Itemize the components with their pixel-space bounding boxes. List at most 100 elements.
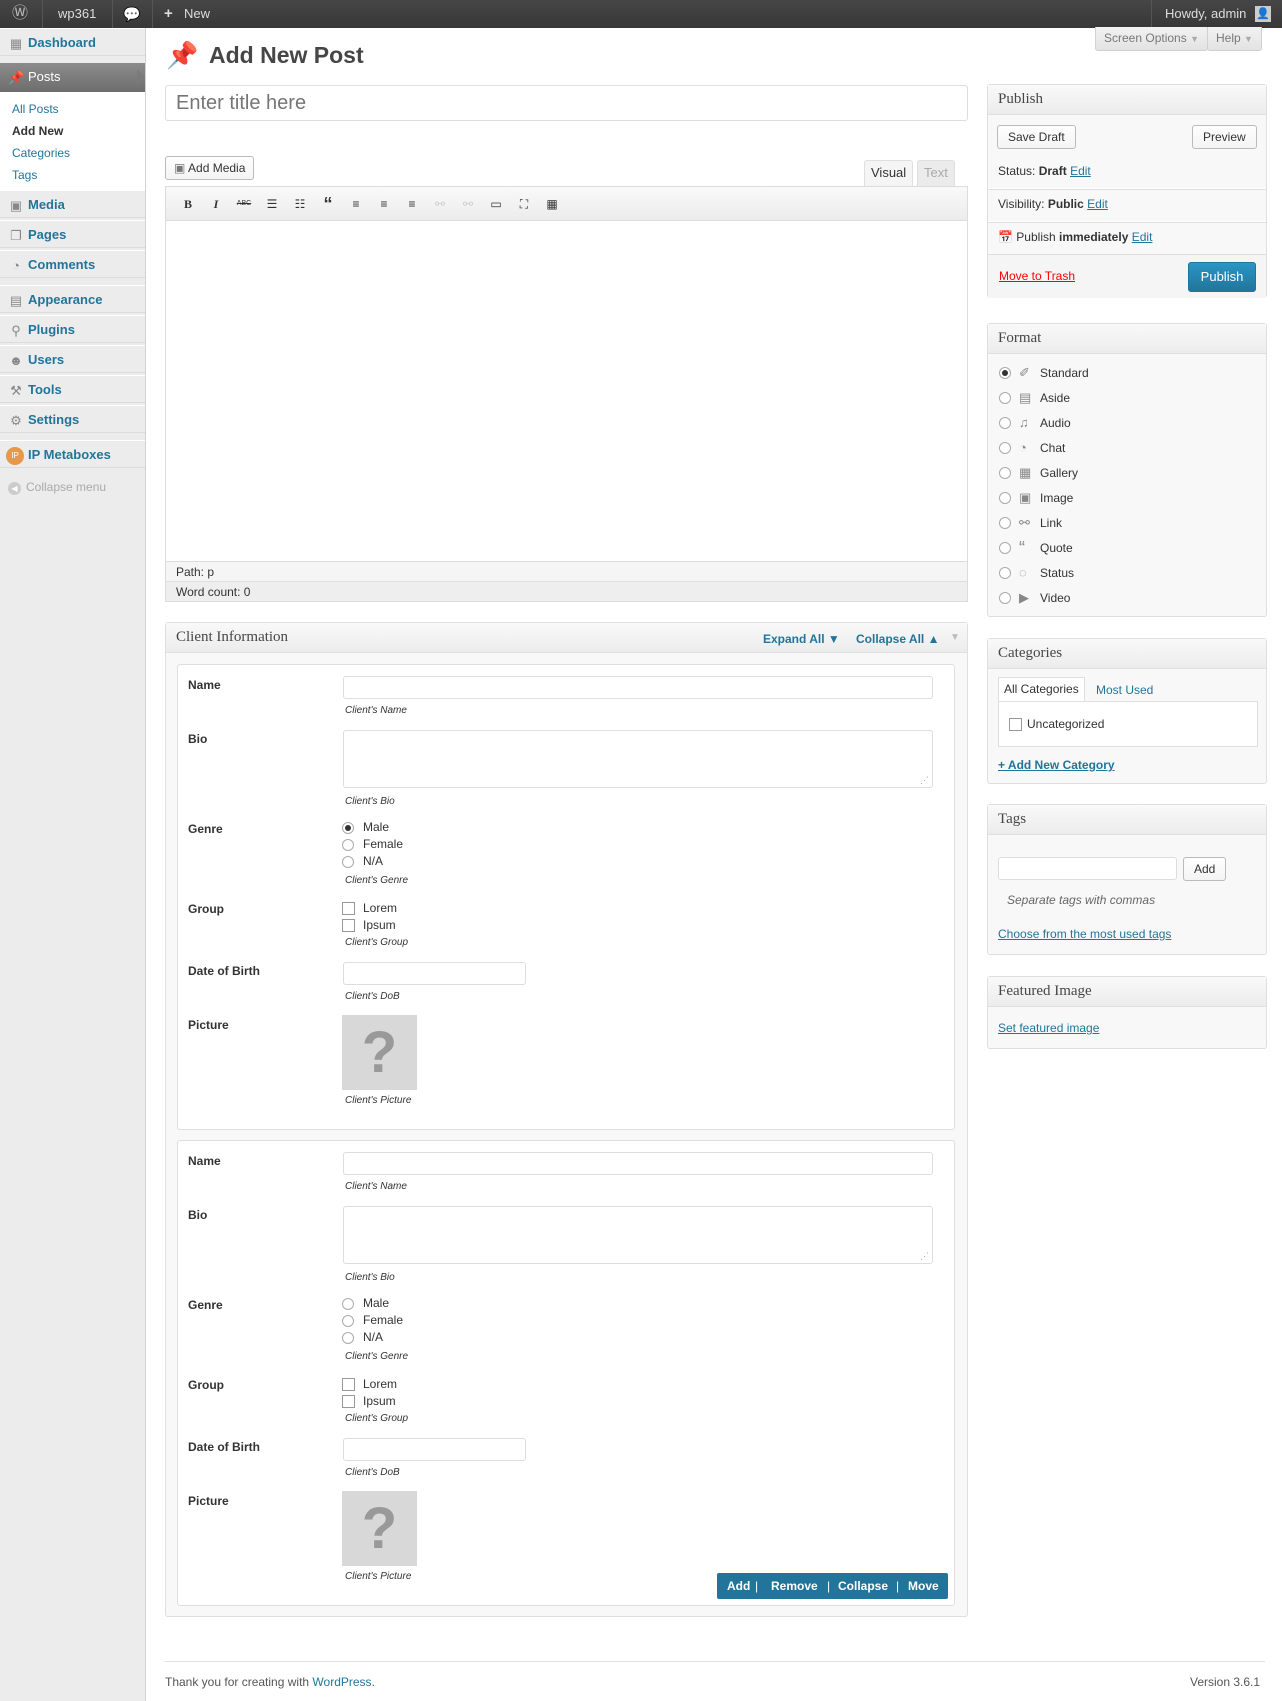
help-button[interactable]: Help ▼ [1207,27,1262,51]
genre-na-radio[interactable] [342,1332,354,1344]
genre-male-radio[interactable] [342,1298,354,1310]
avatar[interactable]: 👤 [1255,6,1271,22]
preview-button[interactable]: Preview [1192,125,1257,149]
format-aside-radio[interactable] [999,392,1011,404]
bold-button[interactable]: B [178,195,198,213]
submenu-add-new[interactable]: Add New [12,124,63,138]
categories-header[interactable]: Categories [988,639,1266,669]
format-chat-radio[interactable] [999,442,1011,454]
set-featured-image-link[interactable]: Set featured image [998,1021,1099,1035]
menu-item-appearance[interactable]: ▤ Appearance [0,285,145,313]
numbered-list-button[interactable]: ☷ [290,195,310,213]
editor-content-area[interactable] [166,222,967,562]
screen-options-button[interactable]: Screen Options ▼ [1095,27,1208,51]
group-lorem-checkbox[interactable] [342,1378,355,1391]
tab-all-categories[interactable]: All Categories [998,677,1085,701]
collapse-menu-button[interactable]: ◀ Collapse menu [8,480,106,495]
submenu-tags[interactable]: Tags [12,168,37,182]
resize-handle-icon[interactable]: ⋰ [920,775,929,786]
howdy-link[interactable]: Howdy, admin [1165,0,1246,28]
bullet-list-button[interactable]: ☰ [262,195,282,213]
add-new-category-link[interactable]: + Add New Category [998,758,1115,772]
format-quote-radio[interactable] [999,542,1011,554]
site-name-link[interactable]: wp361 [58,0,96,28]
wordpress-logo-icon[interactable]: Ⓦ [12,0,28,28]
italic-button[interactable]: I [206,195,226,213]
genre-female-radio[interactable] [342,1315,354,1327]
name-input[interactable] [343,676,933,699]
new-content-link[interactable]: New [184,0,210,28]
strikethrough-button[interactable]: ABC [234,195,254,213]
group-lorem-checkbox[interactable] [342,902,355,915]
fullscreen-button[interactable]: ⛶ [514,195,534,213]
align-center-button[interactable]: ≡ [374,195,394,213]
format-image-radio[interactable] [999,492,1011,504]
edit-status-link[interactable]: Edit [1070,164,1091,178]
menu-item-ip-metaboxes[interactable]: IP IP Metaboxes [0,440,145,468]
blockquote-button[interactable]: “ [318,195,338,213]
resize-handle-icon[interactable]: ⋰ [920,1251,929,1262]
move-to-trash-link[interactable]: Move to Trash [999,269,1075,283]
format-video-radio[interactable] [999,592,1011,604]
genre-na-radio[interactable] [342,856,354,868]
post-title-input[interactable] [165,85,968,121]
toggle-arrow-icon[interactable]: ▼ [950,632,960,643]
format-audio-radio[interactable] [999,417,1011,429]
category-uncategorized-checkbox[interactable] [1009,718,1022,731]
group-ipsum-checkbox[interactable] [342,919,355,932]
expand-all-link[interactable]: Expand All ▼ [763,632,840,646]
featured-image-header[interactable]: Featured Image [988,977,1266,1007]
move-group-button[interactable]: Move [908,1573,939,1599]
add-tag-button[interactable]: Add [1183,857,1227,881]
tags-header[interactable]: Tags [988,805,1266,835]
format-standard-radio[interactable] [999,367,1011,379]
bio-textarea[interactable]: ⋰ [343,1206,933,1264]
add-group-button[interactable]: Add [727,1573,750,1599]
menu-item-plugins[interactable]: ⚲ Plugins [0,315,145,343]
comments-bubble-icon[interactable]: 💬 [123,0,140,28]
tab-most-used[interactable]: Most Used [1096,683,1153,697]
menu-item-dashboard[interactable]: ▦ Dashboard [0,28,145,56]
tab-visual[interactable]: Visual [864,160,914,186]
kitchen-sink-button[interactable]: ▦ [542,195,562,213]
publish-button[interactable]: Publish [1188,262,1256,292]
save-draft-button[interactable]: Save Draft [997,125,1076,149]
group-ipsum-checkbox[interactable] [342,1395,355,1408]
menu-item-users[interactable]: ☻ Users [0,345,145,373]
edit-visibility-link[interactable]: Edit [1087,197,1108,211]
add-media-button[interactable]: ▣ Add Media [165,156,255,180]
format-status-radio[interactable] [999,567,1011,579]
plus-icon[interactable]: + [164,0,173,28]
remove-group-button[interactable]: Remove [771,1573,818,1599]
insert-more-button[interactable]: ▭ [486,195,506,213]
submenu-categories[interactable]: Categories [12,146,70,160]
edit-publish-time-link[interactable]: Edit [1132,230,1153,244]
genre-female-radio[interactable] [342,839,354,851]
dob-input[interactable] [343,962,526,985]
choose-tags-link[interactable]: Choose from the most used tags [998,927,1171,941]
collapse-all-link[interactable]: Collapse All ▲ [856,632,939,646]
dob-input[interactable] [343,1438,526,1461]
name-input[interactable] [343,1152,933,1175]
tab-text[interactable]: Text [917,160,955,186]
format-gallery-radio[interactable] [999,467,1011,479]
new-tag-input[interactable] [998,857,1177,880]
placeholder-picture-icon[interactable]: ? [342,1015,417,1090]
format-link-radio[interactable] [999,517,1011,529]
insert-link-button[interactable]: ⚯ [430,195,450,213]
align-right-button[interactable]: ≡ [402,195,422,213]
menu-item-comments[interactable]: ◔ Comments [0,250,145,278]
format-header[interactable]: Format [988,324,1266,354]
bio-textarea[interactable]: ⋰ [343,730,933,788]
menu-item-pages[interactable]: ❐ Pages [0,220,145,248]
collapse-group-button[interactable]: Collapse [838,1573,888,1599]
genre-male-radio[interactable] [342,822,354,834]
menu-item-settings[interactable]: ⚙ Settings [0,405,145,433]
menu-item-tools[interactable]: ⚒ Tools [0,375,145,403]
unlink-button[interactable]: ⚯ [458,195,478,213]
wordpress-link[interactable]: WordPress [312,1675,371,1689]
submenu-all-posts[interactable]: All Posts [12,102,59,116]
align-left-button[interactable]: ≡ [346,195,366,213]
placeholder-picture-icon[interactable]: ? [342,1491,417,1566]
publish-header[interactable]: Publish [988,85,1266,115]
